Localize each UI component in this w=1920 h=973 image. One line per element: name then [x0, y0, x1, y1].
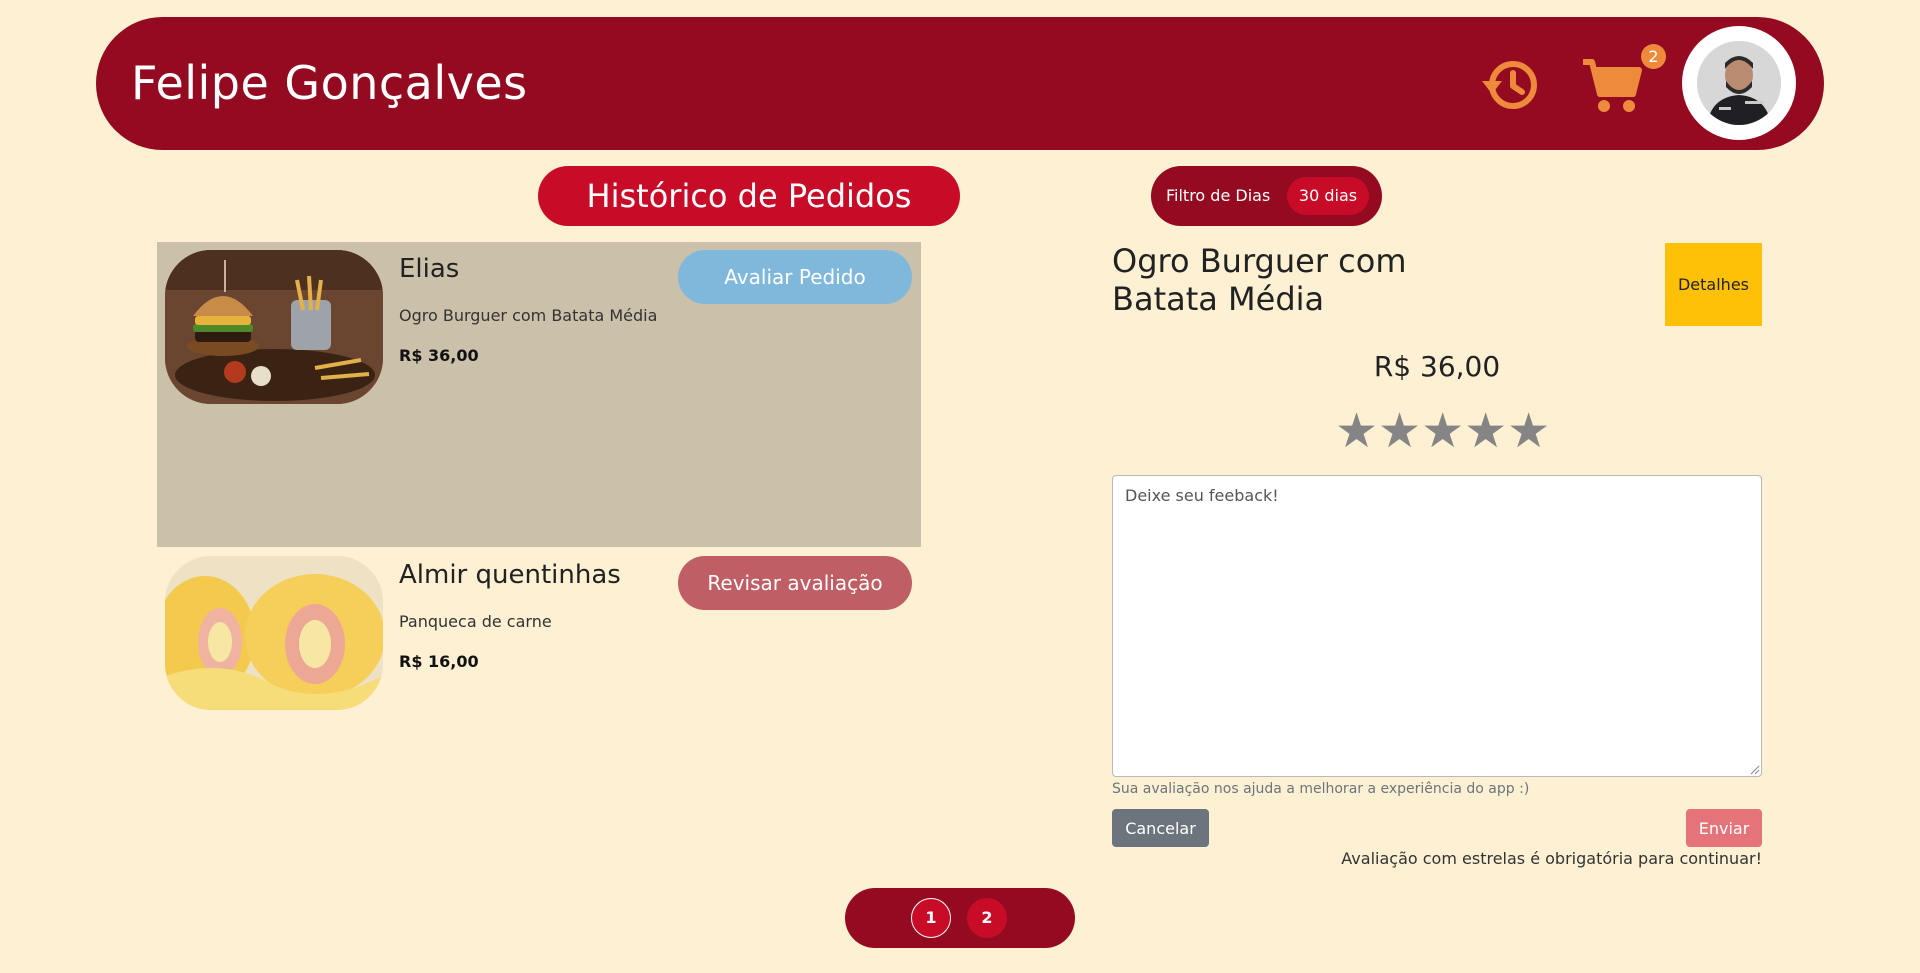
cart-icon[interactable] — [1581, 54, 1643, 116]
restaurant-name: Elias — [399, 254, 460, 284]
page-button-1[interactable]: 1 — [911, 898, 951, 938]
order-card[interactable]: Almir quentinhas Panqueca de carne R$ 16… — [157, 548, 921, 718]
details-button[interactable]: Detalhes — [1665, 243, 1762, 326]
history-icon[interactable] — [1480, 54, 1542, 116]
filter-label: Filtro de Dias — [1166, 186, 1271, 205]
feedback-textarea[interactable] — [1112, 475, 1762, 777]
review-rating-button[interactable]: Revisar avaliação — [678, 556, 912, 610]
star-rating[interactable]: ★ ★ ★ ★ ★ — [1335, 402, 1550, 460]
star-icon[interactable]: ★ — [1464, 402, 1507, 460]
order-card[interactable]: Elias Ogro Burguer com Batata Média R$ 3… — [157, 242, 921, 547]
dish-name: Ogro Burguer com Batata Média — [399, 306, 658, 325]
rate-order-button[interactable]: Avaliar Pedido — [678, 250, 912, 304]
cancel-button[interactable]: Cancelar — [1112, 809, 1209, 847]
avatar[interactable] — [1682, 26, 1796, 140]
avatar-photo — [1697, 41, 1781, 125]
feedback-help-text: Sua avaliação nos ajuda a melhorar a exp… — [1112, 781, 1530, 797]
top-header: Felipe Gonçalves 2 — [96, 17, 1824, 150]
days-filter[interactable]: Filtro de Dias 30 dias — [1151, 166, 1382, 226]
filter-value[interactable]: 30 dias — [1287, 177, 1369, 215]
pancake-photo — [165, 556, 383, 710]
order-price: R$ 16,00 — [399, 652, 479, 671]
star-icon[interactable]: ★ — [1421, 402, 1464, 460]
submit-button[interactable]: Enviar — [1686, 809, 1762, 847]
order-price: R$ 36,00 — [399, 346, 479, 365]
page-button-2[interactable]: 2 — [967, 898, 1007, 938]
page-title: Histórico de Pedidos — [538, 166, 960, 226]
detail-price: R$ 36,00 — [1373, 350, 1501, 383]
star-icon[interactable]: ★ — [1335, 402, 1378, 460]
dish-name: Panqueca de carne — [399, 612, 552, 631]
detail-title: Ogro Burguer com Batata Média — [1112, 242, 1407, 318]
cart-count-badge: 2 — [1641, 44, 1666, 69]
user-name: Felipe Gonçalves — [131, 56, 528, 110]
star-icon[interactable]: ★ — [1507, 402, 1550, 460]
pagination: 1 2 — [845, 888, 1075, 948]
burger-photo — [165, 250, 383, 404]
restaurant-name: Almir quentinhas — [399, 560, 621, 590]
star-icon[interactable]: ★ — [1378, 402, 1421, 460]
resize-grip-icon[interactable] — [1750, 765, 1760, 775]
required-stars-note: Avaliação com estrelas é obrigatória par… — [1341, 849, 1762, 868]
